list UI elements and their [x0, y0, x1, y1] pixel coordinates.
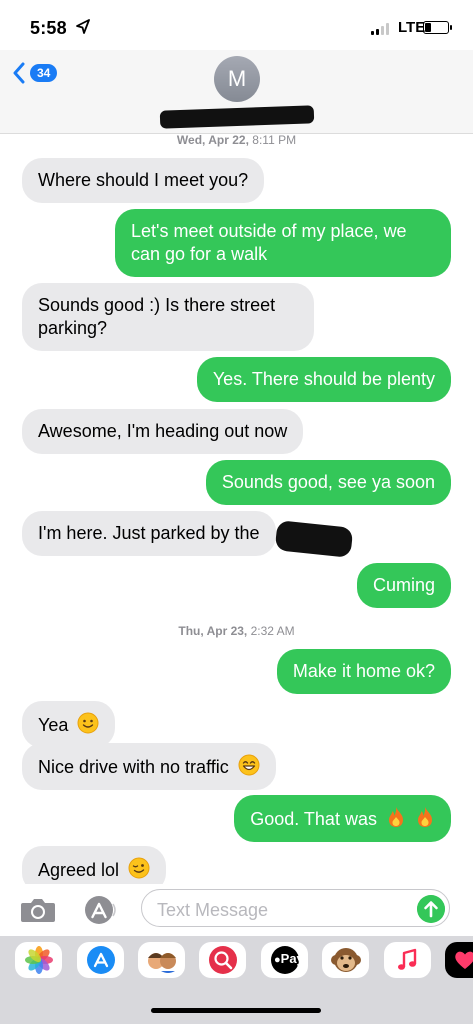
grinning-smiling-eyes-icon — [238, 754, 260, 776]
music-note-icon — [397, 948, 416, 970]
images-search-app-button[interactable] — [199, 942, 246, 978]
message-text: Nice drive with no traffic — [38, 757, 229, 777]
message-text: Where should I meet you? — [38, 170, 249, 190]
photos-icon — [24, 946, 53, 974]
photos-app-button[interactable] — [15, 942, 62, 978]
app-store-app-button[interactable] — [77, 942, 124, 978]
sent-message[interactable]: Let's meet outside of my place, we can g… — [115, 209, 451, 277]
message-text: Agreed lol — [38, 860, 120, 880]
received-message[interactable]: Awesome, I'm heading out now — [22, 409, 304, 454]
redaction-mark — [274, 520, 354, 558]
message-text: Yea — [38, 715, 69, 735]
monkey-face-icon — [330, 948, 361, 972]
timestamp-day: Thu, Apr 23, — [178, 624, 248, 638]
digital-touch-app-button[interactable] — [445, 942, 473, 978]
message-text: I'm here. Just parked by the — [38, 523, 260, 543]
received-message[interactable]: Where should I meet you? — [22, 158, 265, 203]
image-search-icon — [208, 946, 237, 974]
message-text: Sounds good, see ya soon — [221, 472, 435, 492]
music-app-button[interactable] — [384, 942, 431, 978]
message-input-bar: Text Message — [0, 884, 473, 936]
sent-message[interactable]: Sounds good, see ya soon — [205, 460, 451, 505]
app-store-icon — [86, 946, 115, 974]
memoji-icon — [147, 953, 176, 973]
message-text-field[interactable]: Text Message — [141, 889, 450, 927]
received-message[interactable]: Sounds good :) Is there street parking? — [22, 283, 314, 351]
received-message[interactable]: I'm here. Just parked by the — [22, 511, 276, 556]
fire-icon — [418, 807, 432, 827]
winking-face-icon — [128, 857, 150, 879]
message-text: Sounds good :) Is there street parking? — [38, 295, 276, 338]
message-placeholder: Text Message — [157, 900, 269, 920]
sent-message[interactable]: Good. That was — [234, 795, 451, 842]
received-message[interactable]: Yea — [22, 701, 116, 748]
message-text: Awesome, I'm heading out now — [38, 421, 288, 441]
slightly-smiling-face-icon — [77, 712, 99, 734]
received-message[interactable]: Nice drive with no traffic — [22, 743, 276, 790]
timestamp-day: Wed, Apr 22, — [176, 133, 249, 147]
animoji-app-button[interactable] — [322, 942, 369, 978]
message-thread[interactable]: Wed, Apr 22, 8:11 PM Where should I meet… — [0, 0, 473, 1024]
message-text: Let's meet outside of my place, we can g… — [131, 221, 407, 264]
apple-pay-label: ●Pay — [274, 951, 304, 966]
sent-message[interactable]: Yes. There should be plenty — [196, 357, 451, 402]
memoji-stickers-app-button[interactable] — [138, 942, 185, 978]
message-text: Good. That was — [250, 809, 377, 829]
timestamp-time: 8:11 PM — [252, 133, 297, 147]
send-arrow-icon[interactable] — [417, 895, 445, 923]
timestamp-time: 2:32 AM — [250, 624, 295, 638]
fire-icon — [388, 807, 403, 827]
home-indicator[interactable] — [151, 1008, 321, 1013]
digital-touch-heart-icon — [455, 951, 473, 969]
message-text: Cuming — [372, 575, 435, 595]
timestamp-divider: Wed, Apr 22, 8:11 PM — [0, 133, 473, 147]
app-store-icon[interactable] — [80, 894, 120, 926]
message-text: Make it home ok? — [292, 661, 435, 681]
camera-icon[interactable] — [20, 897, 56, 923]
message-text: Yes. There should be plenty — [212, 369, 435, 389]
apple-pay-app-button[interactable]: ●Pay — [261, 942, 308, 978]
sent-message[interactable]: Cuming — [356, 563, 451, 608]
sent-message[interactable]: Make it home ok? — [276, 649, 451, 694]
timestamp-divider: Thu, Apr 23, 2:32 AM — [0, 624, 473, 638]
